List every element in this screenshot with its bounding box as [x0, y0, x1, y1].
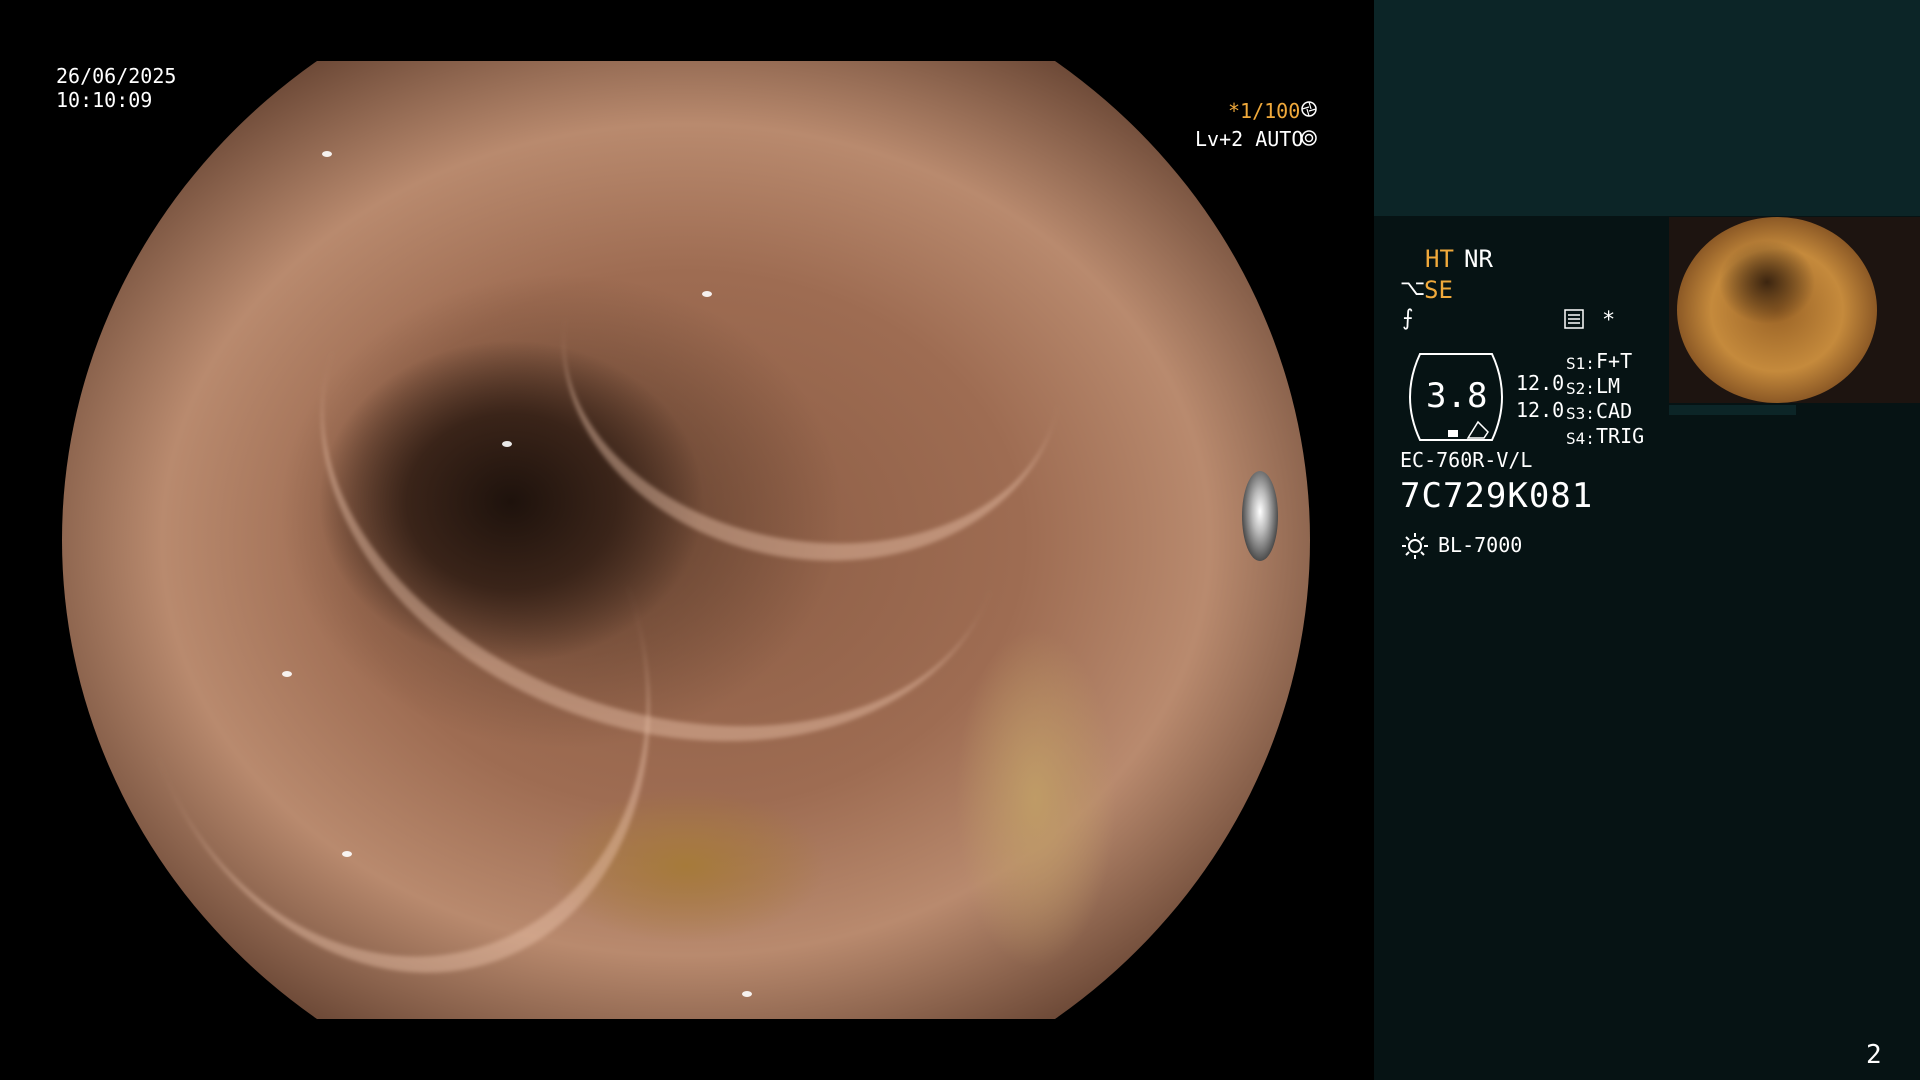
- mode-tag: S2:: [1566, 379, 1595, 398]
- timestamp: 26/06/2025 10:10:09: [56, 64, 176, 112]
- light-source-label: BL-7000: [1438, 533, 1523, 557]
- mode-tag: S1:: [1566, 354, 1595, 373]
- asterisk-mark: *: [1602, 308, 1616, 333]
- thumbnail-image: [1677, 217, 1877, 403]
- endoscope-image: [62, 61, 1310, 1019]
- mode-value: CAD: [1596, 399, 1633, 423]
- light-reflection: [702, 291, 712, 297]
- date-text: 26/06/2025: [56, 64, 177, 88]
- scope-model: EC-760R-V/L: [1400, 448, 1533, 472]
- mode-tag: S4:: [1566, 429, 1595, 448]
- enhancement-level-text: Lv+2 AUTO: [1195, 127, 1304, 151]
- mode-value: LM: [1596, 374, 1621, 398]
- light-reflection: [282, 671, 292, 677]
- curve-icon: ⨍: [1402, 306, 1414, 331]
- scope-tip-icon: ⌥: [1400, 276, 1426, 301]
- aperture-icon: [1301, 101, 1317, 117]
- light-reflection: [742, 991, 752, 997]
- light-reflection: [502, 441, 512, 447]
- metal-clip: [1242, 471, 1278, 561]
- se-label: SE: [1424, 276, 1453, 304]
- gauge-value: 3.8: [1426, 376, 1488, 416]
- setting-value-b: 12.0: [1516, 398, 1565, 422]
- mode-value: F+T: [1596, 349, 1633, 373]
- info-panel: HT NR ⌥ SE ⨍ * 3.8 12.0 12.0 S1: F+T S2:…: [1374, 0, 1920, 1080]
- scope-serial: 7C729K081: [1400, 476, 1594, 516]
- sun-icon: [1402, 533, 1428, 559]
- light-reflection: [322, 151, 332, 157]
- setting-value-a: 12.0: [1516, 371, 1565, 395]
- panel-header-area: [1374, 0, 1920, 216]
- light-reflection: [342, 851, 352, 857]
- mode-tag: S3:: [1566, 404, 1595, 423]
- magnification-text: *1/100: [1228, 99, 1301, 123]
- memo-icon: [1564, 309, 1584, 329]
- iris-icon: [1301, 130, 1317, 146]
- page-number: 2: [1866, 1040, 1882, 1070]
- ht-label: HT: [1425, 245, 1454, 273]
- thumbnail-bar: [1669, 405, 1796, 415]
- nr-label: NR: [1464, 245, 1493, 273]
- mode-value: TRIG: [1596, 424, 1645, 448]
- time-text: 10:10:09: [56, 88, 153, 112]
- thumbnail-preview[interactable]: [1669, 217, 1920, 403]
